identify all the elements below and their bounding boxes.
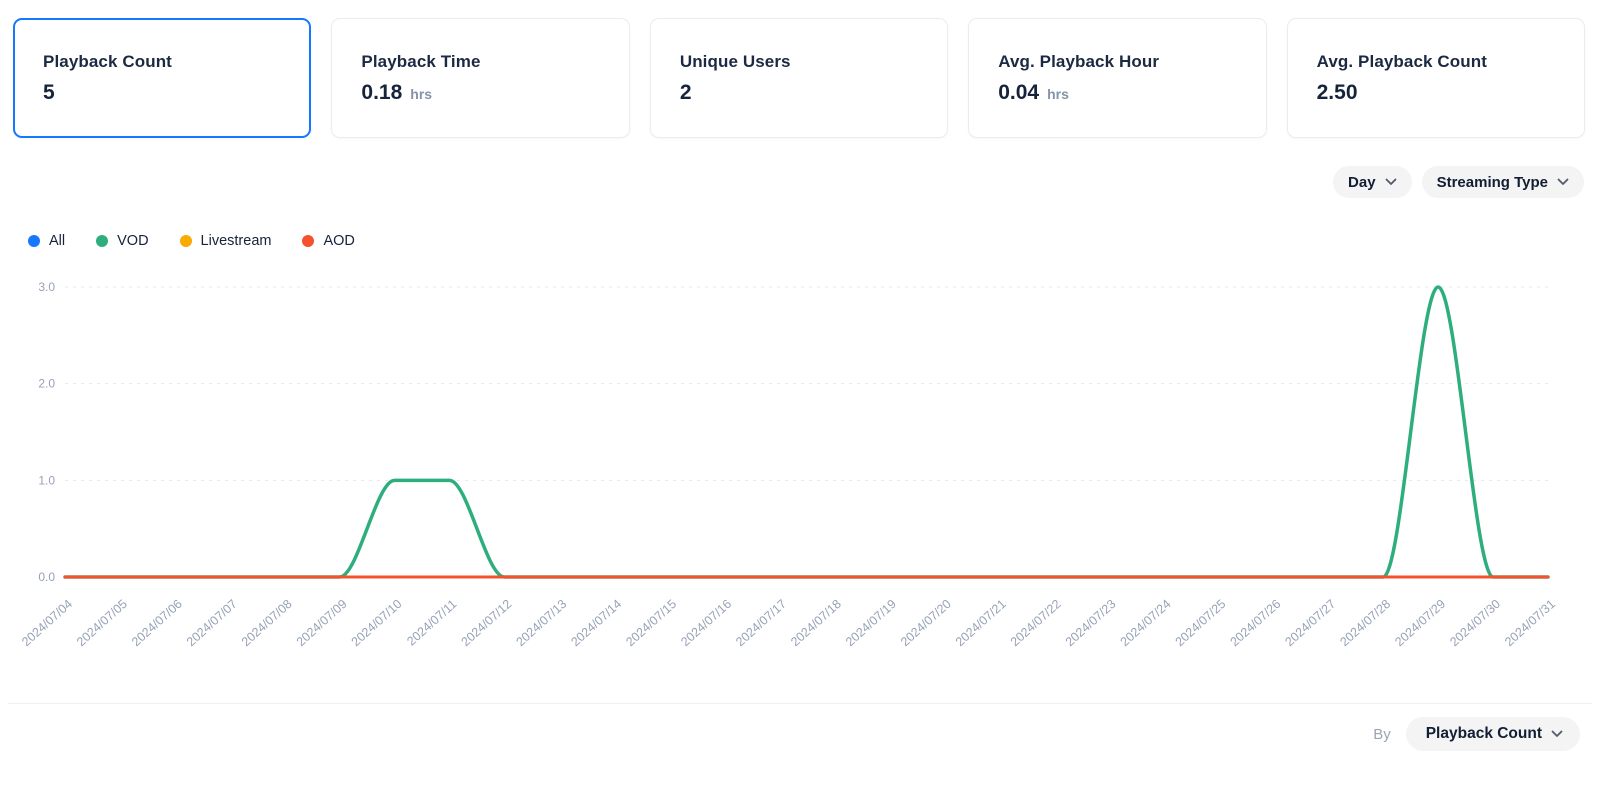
stat-card-avg-playback-count[interactable]: Avg. Playback Count 2.50 (1287, 18, 1585, 138)
x-axis-tick-label: 2024/07/05 (74, 597, 130, 649)
footer-metric-row: By Playback Count (1373, 717, 1580, 751)
stat-card-unique-users[interactable]: Unique Users 2 (650, 18, 948, 138)
x-axis-tick-label: 2024/07/08 (239, 597, 295, 649)
interval-dropdown[interactable]: Day (1333, 166, 1412, 198)
chevron-down-icon (1551, 730, 1563, 738)
chevron-down-icon (1385, 178, 1397, 186)
x-axis-tick-label: 2024/07/15 (623, 597, 679, 649)
legend-item-all[interactable]: All (28, 233, 65, 249)
stat-cards-row: Playback Count 5 Playback Time 0.18 hrs … (13, 18, 1585, 138)
stat-card-title: Playback Count (43, 52, 282, 72)
streaming-type-dropdown-label: Streaming Type (1437, 174, 1548, 191)
x-axis-tick-label: 2024/07/29 (1392, 597, 1448, 649)
stat-card-unit: hrs (410, 86, 432, 102)
x-axis-tick-label: 2024/07/10 (349, 597, 405, 649)
legend-label: Livestream (201, 233, 272, 249)
x-axis-tick-label: 2024/07/11 (404, 597, 459, 649)
x-axis-tick-label: 2024/07/28 (1337, 597, 1393, 649)
x-axis-tick-label: 2024/07/27 (1282, 597, 1338, 649)
by-label: By (1373, 726, 1391, 743)
stat-card-playback-count[interactable]: Playback Count 5 (13, 18, 311, 138)
y-axis-tick-label: 0.0 (38, 570, 55, 584)
y-axis-tick-label: 1.0 (38, 473, 55, 487)
y-axis-tick-label: 2.0 (38, 377, 55, 391)
stat-card-value: 5 (43, 81, 55, 105)
legend-label: AOD (323, 233, 354, 249)
stat-value-row: 2.50 (1317, 81, 1556, 105)
x-axis-tick-label: 2024/07/17 (733, 597, 789, 649)
x-axis-tick-label: 2024/07/18 (788, 597, 844, 649)
metric-dropdown-label: Playback Count (1426, 725, 1542, 743)
x-axis-tick-label: 2024/07/23 (1063, 597, 1119, 649)
stat-card-playback-time[interactable]: Playback Time 0.18 hrs (331, 18, 629, 138)
vod-series-line (65, 287, 1548, 577)
chevron-down-icon (1557, 178, 1569, 186)
stat-card-title: Avg. Playback Count (1317, 52, 1556, 72)
y-axis-tick-label: 3.0 (38, 280, 55, 294)
interval-dropdown-label: Day (1348, 174, 1376, 191)
x-axis-tick-label: 2024/07/12 (459, 597, 515, 649)
legend-item-vod[interactable]: VOD (96, 233, 148, 249)
legend-label: All (49, 233, 65, 249)
stat-card-value: 2.50 (1317, 81, 1358, 105)
metric-dropdown[interactable]: Playback Count (1406, 717, 1580, 751)
stat-value-row: 0.18 hrs (361, 81, 600, 105)
legend-dot-aod (302, 235, 314, 247)
legend-item-livestream[interactable]: Livestream (180, 233, 272, 249)
stat-value-row: 5 (43, 81, 282, 105)
stat-card-title: Playback Time (361, 52, 600, 72)
line-chart-svg: 0.01.02.03.02024/07/042024/07/052024/07/… (0, 265, 1600, 665)
playback-line-chart: 0.01.02.03.02024/07/042024/07/052024/07/… (0, 265, 1600, 665)
stat-value-row: 0.04 hrs (998, 81, 1237, 105)
legend-dot-all (28, 235, 40, 247)
x-axis-tick-label: 2024/07/25 (1173, 597, 1229, 649)
legend-label: VOD (117, 233, 148, 249)
x-axis-tick-label: 2024/07/19 (843, 597, 899, 649)
x-axis-tick-label: 2024/07/21 (953, 597, 1009, 649)
x-axis-tick-label: 2024/07/26 (1228, 597, 1284, 649)
x-axis-tick-label: 2024/07/04 (19, 597, 75, 649)
stat-card-value: 0.18 (361, 81, 402, 105)
stat-card-avg-playback-hour[interactable]: Avg. Playback Hour 0.04 hrs (968, 18, 1266, 138)
x-axis-tick-label: 2024/07/20 (898, 597, 954, 649)
x-axis-tick-label: 2024/07/24 (1118, 597, 1174, 649)
x-axis-tick-label: 2024/07/14 (568, 597, 624, 649)
x-axis-tick-label: 2024/07/07 (184, 597, 240, 649)
footer-divider (8, 703, 1592, 704)
x-axis-tick-label: 2024/07/30 (1447, 597, 1503, 649)
x-axis-tick-label: 2024/07/09 (294, 597, 350, 649)
chart-filters-row: Day Streaming Type (1333, 166, 1584, 198)
legend-dot-vod (96, 235, 108, 247)
x-axis-tick-label: 2024/07/13 (513, 597, 569, 649)
stat-card-value: 0.04 (998, 81, 1039, 105)
chart-legend: All VOD Livestream AOD (28, 233, 355, 249)
x-axis-tick-label: 2024/07/16 (678, 597, 734, 649)
stat-card-title: Unique Users (680, 52, 919, 72)
x-axis-tick-label: 2024/07/22 (1008, 597, 1064, 649)
x-axis-tick-label: 2024/07/31 (1502, 597, 1558, 649)
stat-value-row: 2 (680, 81, 919, 105)
stat-card-unit: hrs (1047, 86, 1069, 102)
streaming-type-dropdown[interactable]: Streaming Type (1422, 166, 1584, 198)
legend-dot-livestream (180, 235, 192, 247)
stat-card-value: 2 (680, 81, 692, 105)
stat-card-title: Avg. Playback Hour (998, 52, 1237, 72)
x-axis-tick-label: 2024/07/06 (129, 597, 185, 649)
legend-item-aod[interactable]: AOD (302, 233, 354, 249)
